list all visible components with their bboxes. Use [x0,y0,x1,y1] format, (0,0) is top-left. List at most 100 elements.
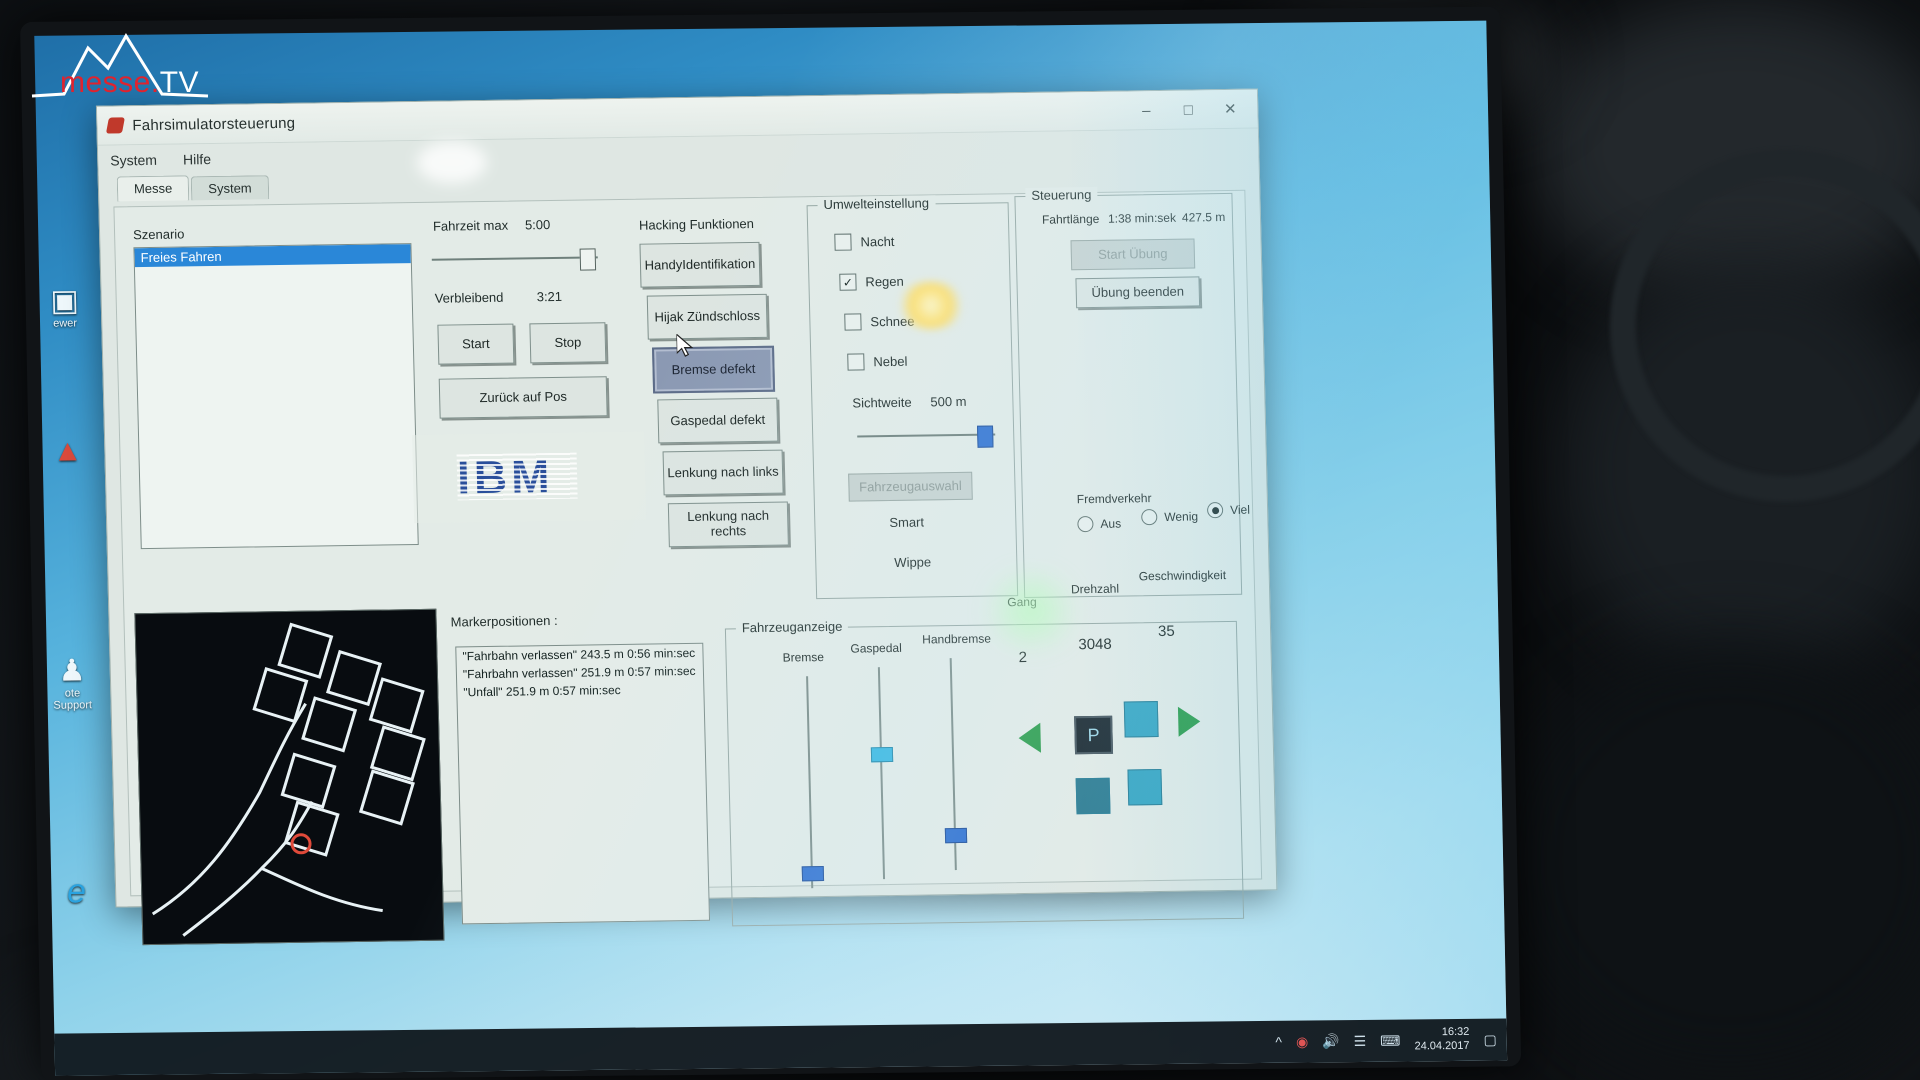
remaining-label: Verbleibend [434,289,504,306]
list-item[interactable]: "Unfall" 251.9 m 0:57 min:sec [457,680,703,702]
radio-box[interactable] [1206,502,1224,519]
environment-legend: Umwelteinstellung [817,195,936,213]
record-icon[interactable]: ◉ [1296,1033,1309,1050]
parking-icon: P [1074,715,1114,755]
gauge-value-gang: 2 [1018,648,1028,667]
menu-item-system[interactable]: System [110,152,157,169]
radio-box[interactable] [1141,509,1158,526]
desktop-icon-triangle[interactable]: ▲ [44,434,91,467]
speaker-icon[interactable]: 🔊 [1322,1033,1340,1050]
chevron-up-icon[interactable]: ^ [1275,1034,1282,1050]
checkbox-schnee[interactable]: Schnee [844,313,915,331]
map-panel[interactable] [134,608,445,946]
pedal-label-handbremse: Handbremse [922,631,992,647]
marker-time: 0:57 min:sec [627,663,696,679]
desktop-icon-viewer[interactable]: ▣ ewer [41,284,88,329]
menu-item-hilfe[interactable]: Hilfe [183,151,211,167]
indicator-square [1075,777,1111,815]
app-icon [105,117,125,134]
desktop-icon-label: ote Support [53,687,93,712]
watermark-brand: messe [60,66,151,99]
checkbox-box[interactable] [847,353,865,371]
radio-label: Viel [1229,502,1251,517]
time-slider[interactable] [431,248,598,271]
keyboard-icon[interactable]: ⌨ [1380,1032,1401,1049]
drive-length-time: 1:38 min:sek [1107,210,1177,226]
marker-event: "Fahrbahn verlassen" [462,665,578,682]
checkbox-nacht[interactable]: Nacht [834,233,895,251]
radio-traffic-wenig[interactable]: Wenig [1141,508,1198,526]
vehicle-select-button[interactable]: Fahrzeugauswahl [848,471,973,502]
checkbox-box[interactable] [844,313,862,331]
checkbox-box[interactable]: ✓ [839,273,857,291]
application-window: Fahrsimulatorsteuerung – □ ✕ System Hilf… [95,88,1278,946]
pedal-slider-handbremse[interactable] [941,658,968,871]
reset-position-button[interactable]: Zurück auf Pos [438,376,608,419]
marker-event: "Unfall" [463,684,503,700]
radio-label: Aus [1100,516,1122,531]
tab-system[interactable]: System [190,175,269,201]
radio-traffic-aus[interactable]: Aus [1077,515,1122,533]
start-exercise-button[interactable]: Start Übung [1070,238,1196,271]
clock[interactable]: 16:32 24.04.2017 [1414,1026,1470,1054]
stop-button[interactable]: Stop [529,322,607,364]
network-icon[interactable]: ☰ [1353,1032,1366,1049]
list-item[interactable]: Freies Fahren [134,244,411,268]
slider-thumb[interactable] [579,248,597,271]
vehicle-display-legend: Fahrzeuganzeige [735,618,849,636]
slider-thumb[interactable] [976,425,994,448]
checkbox-label: Nacht [860,233,895,250]
maximize-button[interactable]: □ [1167,94,1210,125]
hacking-button-lenkung-nach-rechts[interactable]: Lenkung nach rechts [667,501,789,548]
marker-time: 0:57 min:sec [552,683,621,699]
hacking-button-lenkung-nach-links[interactable]: Lenkung nach links [662,449,784,496]
watermark-tv: TV [159,66,200,99]
end-exercise-button[interactable]: Übung beenden [1075,276,1201,309]
notifications-icon[interactable]: ▢ [1483,1031,1497,1048]
visibility-label: Sichtweite [852,394,912,411]
start-button[interactable]: Start [437,323,515,365]
slider-thumb[interactable] [944,827,968,844]
gauge-label-geschwindigkeit: Geschwindigkeit [1138,568,1227,584]
max-time-label: Fahrzeit max [432,217,509,234]
window-title: Fahrsimulatorsteuerung [132,114,296,134]
tab-panel-messe: Szenario Freies Fahren Fahrzeit max 5:00… [113,186,1263,946]
pedal-label-gaspedal: Gaspedal [850,640,902,656]
map-graphic [151,622,426,937]
person-icon: ♟ [58,654,86,688]
markers-listbox[interactable]: "Fahrbahn verlassen" 243.5 m 0:56 min:se… [455,642,711,925]
background-blur [1500,640,1920,1080]
radio-traffic-viel[interactable]: Viel [1206,502,1251,519]
slider-thumb[interactable] [870,746,894,763]
slider-track [857,433,996,438]
checkbox-label: Nebel [873,353,908,370]
minimize-button[interactable]: – [1125,95,1168,126]
hacking-button-hijak-zuendschloss[interactable]: Hijak Zündschloss [646,293,768,340]
slider-thumb[interactable] [801,866,825,882]
checkbox-label: Schnee [870,313,915,330]
radio-box[interactable] [1077,515,1094,533]
watermark: messe.TV [30,28,210,105]
hacking-button-bremse-defekt[interactable]: Bremse defekt [652,345,776,394]
markers-title: Markerpositionen : [450,612,558,630]
checkbox-box[interactable] [834,233,852,251]
hacking-button-gaspedal-defekt[interactable]: Gaspedal defekt [657,397,779,444]
gauge-value-drehzahl: 3048 [1078,635,1112,654]
checkbox-regen[interactable]: ✓ Regen [839,273,904,291]
hacking-button-handy-identifikation[interactable]: HandyIdentifikation [639,241,761,288]
pedal-slider-gaspedal[interactable] [869,667,894,880]
tab-messe[interactable]: Messe [116,175,190,202]
visibility-slider[interactable] [857,425,996,448]
checkbox-nebel[interactable]: Nebel [847,353,908,371]
desktop-icon-remote-support[interactable]: ♟ ote Support [49,654,96,712]
pedal-slider-bremse[interactable] [797,676,825,889]
scenario-listbox[interactable]: Freies Fahren [133,243,419,550]
desktop-icon-edge[interactable]: e [53,872,100,910]
close-button[interactable]: ✕ [1209,94,1252,125]
clock-time: 16:32 [1441,1026,1470,1039]
tablet-screen: ▣ ewer ▲ ♟ ote Support e Fahrsimulatorst… [34,20,1508,1076]
environment-group: Umwelteinstellung Nacht ✓ Regen Schnee N… [806,195,1019,600]
slider-track [431,256,598,261]
pedal-label-bremse: Bremse [782,650,825,665]
indicator-square [1127,769,1163,806]
